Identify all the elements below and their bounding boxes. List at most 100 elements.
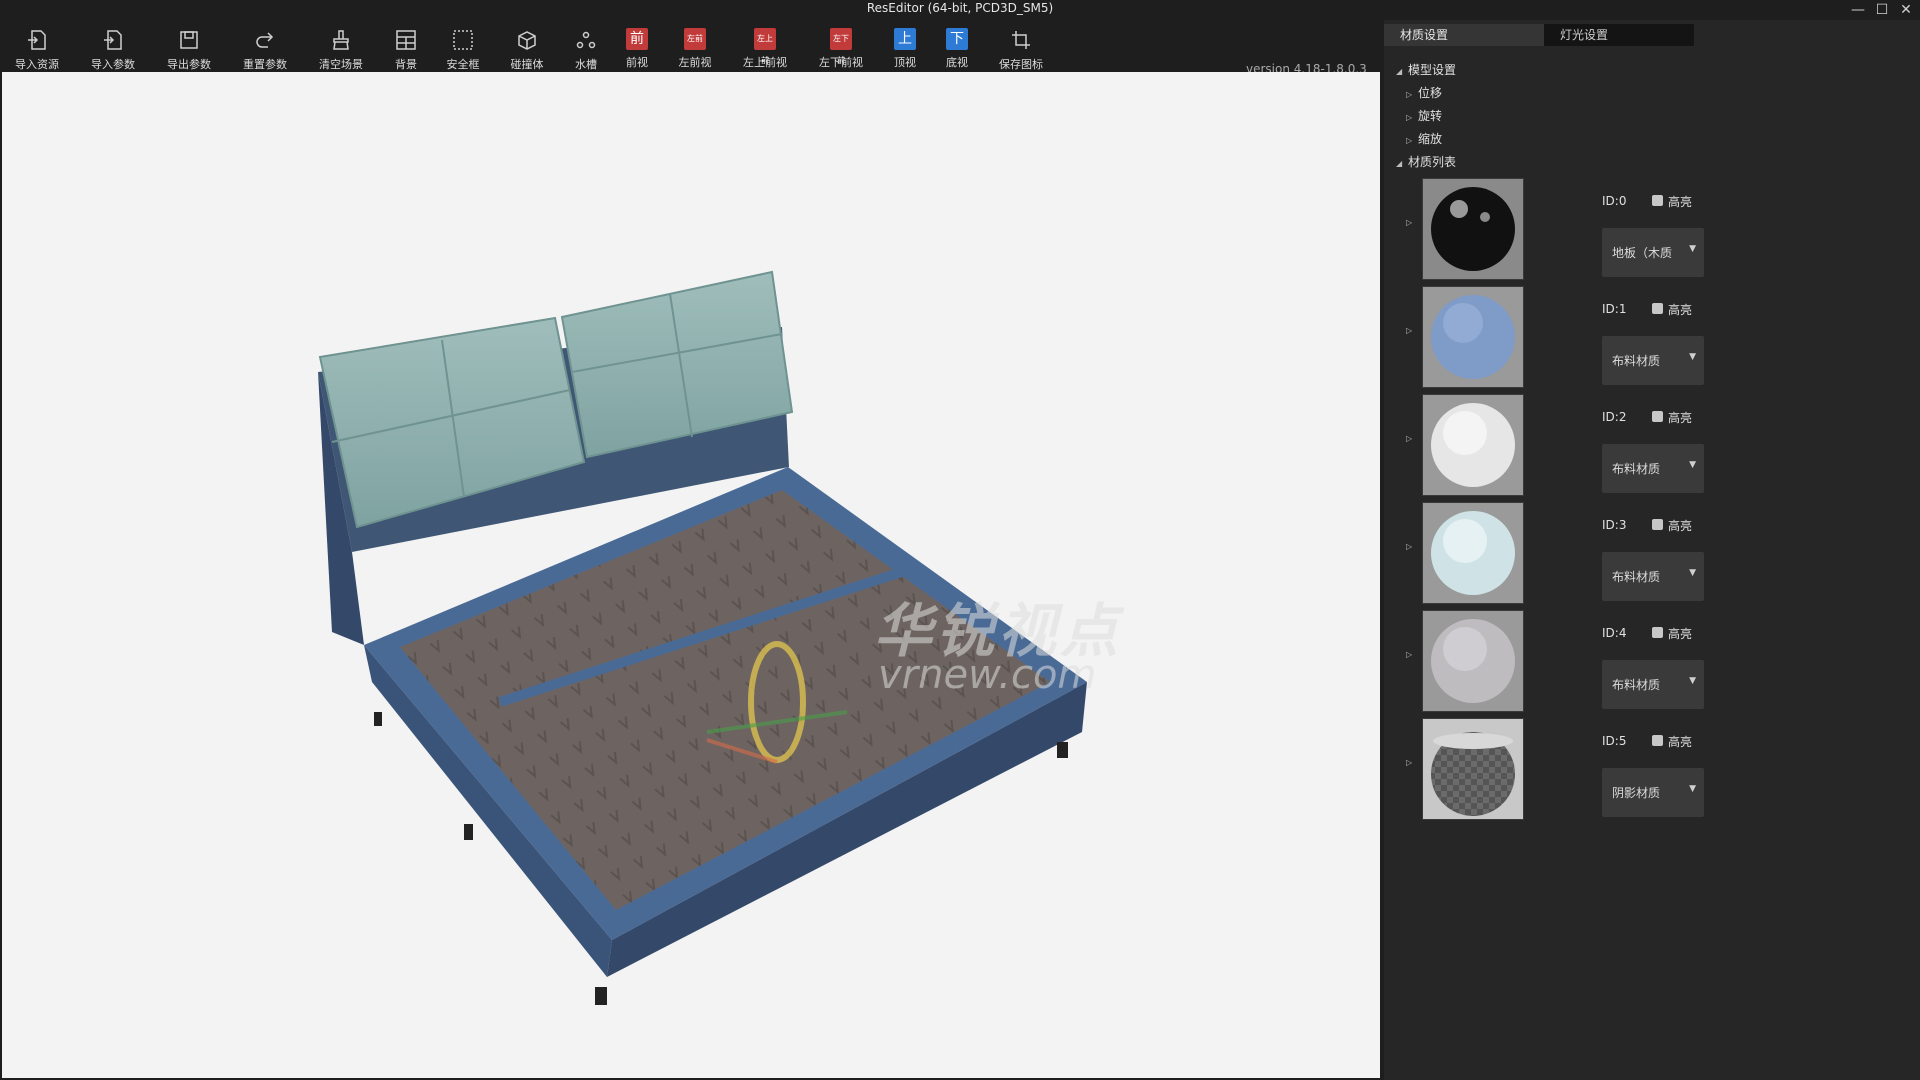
highlight-checkbox[interactable] <box>1652 519 1663 530</box>
material-row: ▷ ID:2 高亮 布料材质 ▼ <box>1406 394 1736 498</box>
material-preview-thumbnail[interactable] <box>1422 178 1524 280</box>
material-preview-thumbnail[interactable] <box>1422 718 1524 820</box>
left-front-view-button[interactable]: 左前 左前视 <box>664 28 726 74</box>
crop-icon <box>1009 28 1033 52</box>
cube-icon <box>515 28 539 52</box>
left-top-front-view-icon: 左上前 <box>754 28 776 65</box>
close-icon[interactable]: ✕ <box>1897 2 1915 18</box>
redo-icon <box>253 28 277 52</box>
dropdown-caret-icon: ▼ <box>1689 568 1696 578</box>
highlight-checkbox[interactable] <box>1652 411 1663 422</box>
front-view-icon: 前 <box>626 28 648 50</box>
material-id: ID:4 <box>1602 626 1627 640</box>
collapsed-arrow-icon[interactable]: ▷ <box>1406 650 1412 659</box>
left-front-view-icon: 左前 <box>684 28 706 50</box>
highlight-checkbox[interactable] <box>1652 303 1663 314</box>
material-preview-thumbnail[interactable] <box>1422 502 1524 604</box>
material-preview-thumbnail[interactable] <box>1422 610 1524 712</box>
collapsed-arrow-icon[interactable]: ▷ <box>1406 542 1412 551</box>
import-params-icon <box>101 28 125 52</box>
collapsed-arrow-icon[interactable]: ▷ <box>1406 218 1412 227</box>
highlight-checkbox[interactable] <box>1652 195 1663 206</box>
material-type-select[interactable]: 阴影材质 ▼ <box>1602 768 1704 817</box>
save-icon-button[interactable]: 保存图标 <box>990 28 1052 74</box>
import-resource-button[interactable]: 导入资源 <box>6 28 68 74</box>
material-type-select[interactable]: 布料材质 ▼ <box>1602 552 1704 601</box>
material-row: ▷ ID:5 高亮 阴影材质 ▼ <box>1406 718 1736 822</box>
material-row: ▷ ID:4 高亮 布料材质 ▼ <box>1406 610 1736 714</box>
dropdown-caret-icon: ▼ <box>1689 676 1696 686</box>
left-bottom-front-view-icon: 左下前 <box>830 28 852 65</box>
background-icon <box>394 28 418 52</box>
clear-scene-button[interactable]: 清空场景 <box>310 28 372 74</box>
left-bottom-front-view-button[interactable]: 左下前 左下前视 <box>810 28 872 74</box>
bed-model <box>318 270 1087 1005</box>
sink-icon <box>574 28 598 52</box>
tab-material-settings[interactable]: 材质设置 <box>1384 24 1556 46</box>
export-params-button[interactable]: 导出参数 <box>158 28 220 74</box>
dropdown-caret-icon: ▼ <box>1689 352 1696 362</box>
maximize-icon[interactable]: ☐ <box>1873 2 1891 18</box>
window-title: ResEditor (64-bit, PCD3D_SM5) <box>866 1 1054 15</box>
collider-button[interactable]: 碰撞体 <box>496 28 558 74</box>
material-type-select[interactable]: 布料材质 ▼ <box>1602 444 1704 493</box>
highlight-label: 高亮 <box>1668 411 1693 425</box>
broom-icon <box>329 28 353 52</box>
highlight-checkbox[interactable] <box>1652 627 1663 638</box>
collapsed-arrow-icon: ▷ <box>1406 90 1413 99</box>
safe-frame-button[interactable]: 安全框 <box>432 28 494 74</box>
highlight-label: 高亮 <box>1668 519 1693 533</box>
material-id: ID:3 <box>1602 518 1627 532</box>
import-resource-icon <box>25 28 49 52</box>
material-id: ID:2 <box>1602 410 1627 424</box>
expanded-arrow-icon: ◢ <box>1396 67 1403 76</box>
watermark-en: vrnew.com <box>878 652 1097 698</box>
save-icon <box>177 28 201 52</box>
bottom-view-icon: 下 <box>946 28 968 50</box>
material-type-select[interactable]: 地板（木质 ▼ <box>1602 228 1704 277</box>
material-id: ID:0 <box>1602 194 1627 208</box>
highlight-label: 高亮 <box>1668 195 1693 209</box>
collapsed-arrow-icon: ▷ <box>1406 113 1413 122</box>
collapsed-arrow-icon[interactable]: ▷ <box>1406 326 1412 335</box>
material-type-select[interactable]: 布料材质 ▼ <box>1602 336 1704 385</box>
material-type-select[interactable]: 布料材质 ▼ <box>1602 660 1704 709</box>
tab-light-settings[interactable]: 灯光设置 <box>1544 24 1694 46</box>
dropdown-caret-icon: ▼ <box>1689 784 1696 794</box>
title-bar: ResEditor (64-bit, PCD3D_SM5) — ☐ ✕ <box>0 0 1920 20</box>
material-row: ▷ ID:0 高亮 地板（木质 ▼ <box>1406 178 1736 282</box>
material-id: ID:5 <box>1602 734 1627 748</box>
top-view-icon: 上 <box>894 28 916 50</box>
tree-material-list[interactable]: ◢ 材质列表 <box>1396 152 1456 172</box>
dropdown-caret-icon: ▼ <box>1689 244 1696 254</box>
left-top-front-view-button[interactable]: 左上前 左上前视 <box>734 28 796 74</box>
import-params-button[interactable]: 导入参数 <box>82 28 144 74</box>
highlight-label: 高亮 <box>1668 735 1693 749</box>
reset-params-button[interactable]: 重置参数 <box>234 28 296 74</box>
safe-frame-icon <box>451 28 475 52</box>
toolbar: 导入资源 导入参数 导出参数 重置参数 清空场景 背景 安全框 碰撞体 水槽 前… <box>0 20 1390 76</box>
background-button[interactable]: 背景 <box>375 28 437 74</box>
material-row: ▷ ID:3 高亮 布料材质 ▼ <box>1406 502 1736 606</box>
expanded-arrow-icon: ◢ <box>1396 159 1403 168</box>
material-preview-thumbnail[interactable] <box>1422 286 1524 388</box>
highlight-checkbox[interactable] <box>1652 735 1663 746</box>
bottom-view-button[interactable]: 下 底视 <box>926 28 988 74</box>
dropdown-caret-icon: ▼ <box>1689 460 1696 470</box>
material-settings-panel: 材质设置 灯光设置 ◢ 模型设置 ▷ 位移 ▷ 旋转 ▷ 缩放 ◢ 材质列表 ▷ ID:0… <box>1384 20 1920 1080</box>
front-view-button[interactable]: 前 前视 <box>606 28 668 74</box>
tree-scale[interactable]: ▷ 缩放 <box>1406 129 1442 149</box>
collapsed-arrow-icon: ▷ <box>1406 136 1413 145</box>
3d-viewport[interactable]: 华锐视点 vrnew.com <box>2 72 1380 1078</box>
tree-translate[interactable]: ▷ 位移 <box>1406 83 1442 103</box>
panel-tabs: 材质设置 灯光设置 <box>1384 24 1920 46</box>
collapsed-arrow-icon[interactable]: ▷ <box>1406 758 1412 767</box>
material-preview-thumbnail[interactable] <box>1422 394 1524 496</box>
collapsed-arrow-icon[interactable]: ▷ <box>1406 434 1412 443</box>
material-id: ID:1 <box>1602 302 1627 316</box>
material-row: ▷ ID:1 高亮 布料材质 ▼ <box>1406 286 1736 390</box>
minimize-icon[interactable]: — <box>1849 2 1867 18</box>
tree-rotate[interactable]: ▷ 旋转 <box>1406 106 1442 126</box>
highlight-label: 高亮 <box>1668 303 1693 317</box>
tree-model-settings[interactable]: ◢ 模型设置 <box>1396 60 1456 80</box>
